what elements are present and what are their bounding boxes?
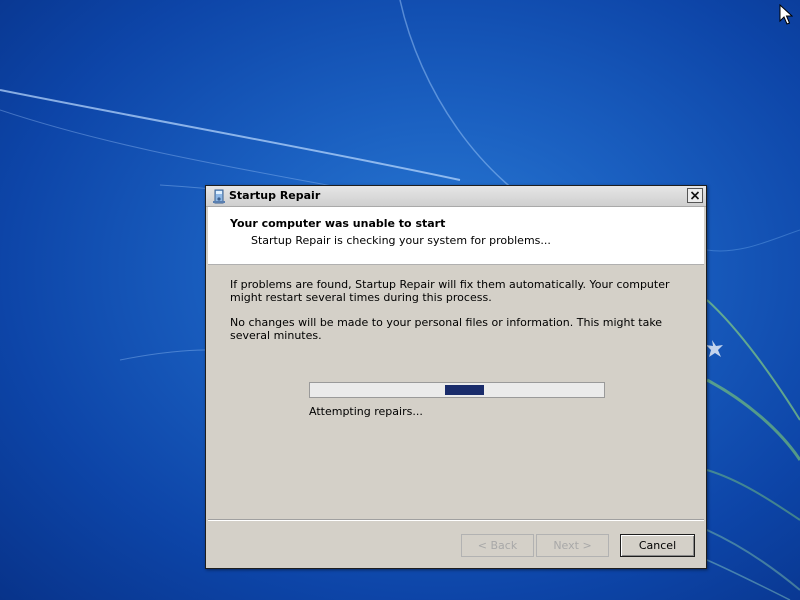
back-button[interactable]: < Back: [461, 534, 534, 557]
window-title: Startup Repair: [229, 189, 321, 202]
progress-status-text: Attempting repairs...: [309, 405, 423, 418]
startup-repair-dialog: Startup Repair Your computer was unable …: [205, 185, 707, 569]
info-paragraph-files: No changes will be made to your personal…: [230, 316, 663, 342]
info-paragraph-restart: If problems are found, Startup Repair wi…: [230, 278, 670, 304]
cancel-button[interactable]: Cancel: [620, 534, 695, 557]
progress-bar: [309, 382, 605, 398]
dialog-header: Your computer was unable to start Startu…: [208, 207, 704, 265]
header-title: Your computer was unable to start: [230, 217, 446, 230]
header-subtitle: Startup Repair is checking your system f…: [251, 234, 551, 247]
close-button[interactable]: [687, 188, 703, 203]
mouse-cursor-icon: [779, 4, 793, 25]
title-bar[interactable]: Startup Repair: [206, 186, 706, 207]
startup-repair-icon: [213, 189, 225, 204]
progress-marquee-block: [445, 385, 484, 395]
next-button[interactable]: Next >: [536, 534, 609, 557]
button-separator: [208, 519, 704, 521]
close-icon: [690, 191, 700, 200]
desktop-background: Startup Repair Your computer was unable …: [0, 0, 800, 600]
